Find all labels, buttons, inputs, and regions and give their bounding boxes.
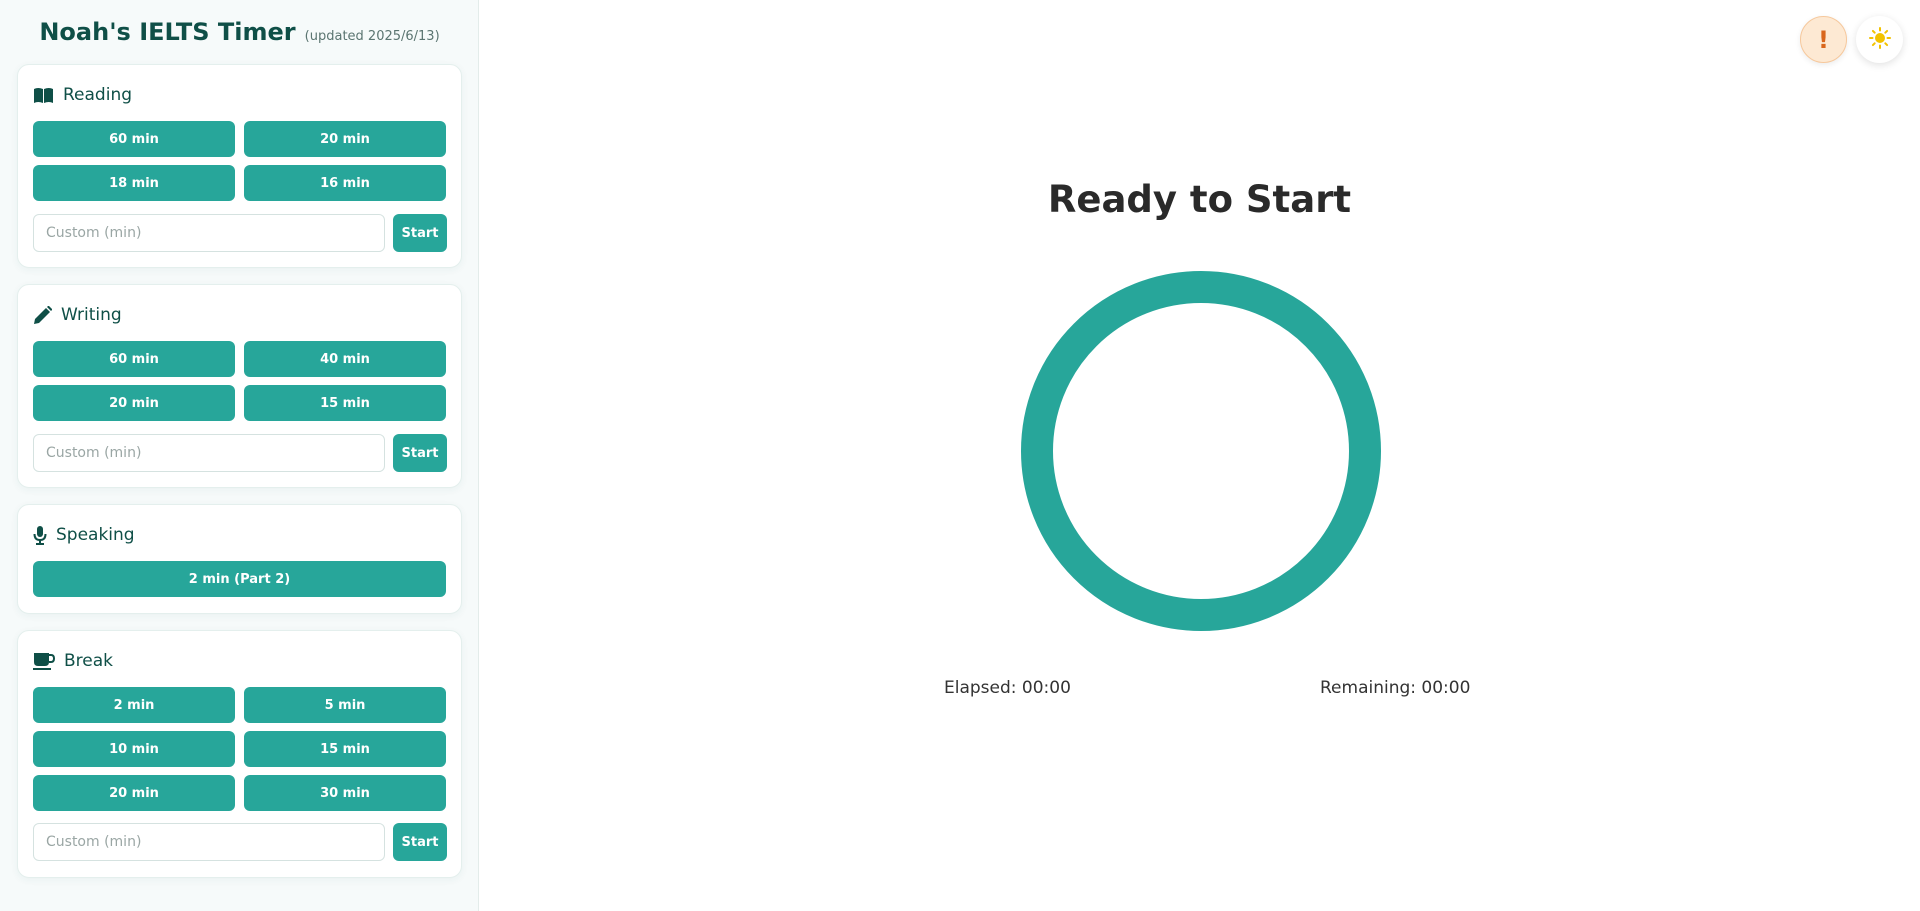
reading-60-min-button[interactable]: 60 min [33,121,235,157]
break-custom-input[interactable] [33,823,385,861]
writing-start-button[interactable]: Start [393,434,447,472]
writing-40-min-button[interactable]: 40 min [244,341,446,377]
book-open-icon [33,87,54,104]
break-15-min-button[interactable]: 15 min [244,731,446,767]
writing-15-min-button[interactable]: 15 min [244,385,446,421]
app-title: Noah's IELTS Timer (updated 2025/6/13) [0,18,479,46]
remaining-time: Remaining: 00:00 [1320,678,1471,698]
reading-16-min-button[interactable]: 16 min [244,165,446,201]
speaking-card: Speaking 2 min (Part 2) [17,504,462,614]
break-header: Break [33,649,113,673]
reading-card: Reading 60 min 20 min 18 min 16 min Star… [17,64,462,268]
break-30-min-button[interactable]: 30 min [244,775,446,811]
break-2-min-button[interactable]: 2 min [33,687,235,723]
timer-status: Ready to Start [1047,178,1352,221]
elapsed-time: Elapsed: 00:00 [944,678,1071,698]
updated-date: (updated 2025/6/13) [304,29,440,44]
theme-toggle-button[interactable] [1856,16,1903,63]
reading-20-min-button[interactable]: 20 min [244,121,446,157]
break-card: Break 2 min 5 min 10 min 15 min 20 min 3… [17,630,462,878]
reading-start-button[interactable]: Start [393,214,447,252]
pencil-icon [33,305,52,325]
break-10-min-button[interactable]: 10 min [33,731,235,767]
sun-icon [1868,26,1891,53]
reading-custom-input[interactable] [33,214,385,252]
writing-header: Writing [33,303,122,327]
break-start-button[interactable]: Start [393,823,447,861]
writing-custom-input[interactable] [33,434,385,472]
exclamation-icon: ! [1818,25,1829,54]
microphone-icon [33,525,47,545]
speaking-2-min-part2-button[interactable]: 2 min (Part 2) [33,561,446,597]
progress-ring [1021,271,1381,631]
coffee-cup-icon [33,652,55,670]
alert-button[interactable]: ! [1800,16,1847,63]
break-label: Break [64,651,113,671]
break-5-min-button[interactable]: 5 min [244,687,446,723]
reading-18-min-button[interactable]: 18 min [33,165,235,201]
writing-card: Writing 60 min 40 min 20 min 15 min Star… [17,284,462,488]
reading-header: Reading [33,83,132,107]
break-20-min-button[interactable]: 20 min [33,775,235,811]
writing-60-min-button[interactable]: 60 min [33,341,235,377]
sidebar: Noah's IELTS Timer (updated 2025/6/13) R… [0,0,479,911]
speaking-label: Speaking [56,525,135,545]
progress-ring-track [1021,271,1381,631]
writing-20-min-button[interactable]: 20 min [33,385,235,421]
speaking-header: Speaking [33,523,135,547]
reading-label: Reading [63,85,133,105]
app-title-text: Noah's IELTS Timer [39,18,296,46]
writing-label: Writing [61,305,122,325]
